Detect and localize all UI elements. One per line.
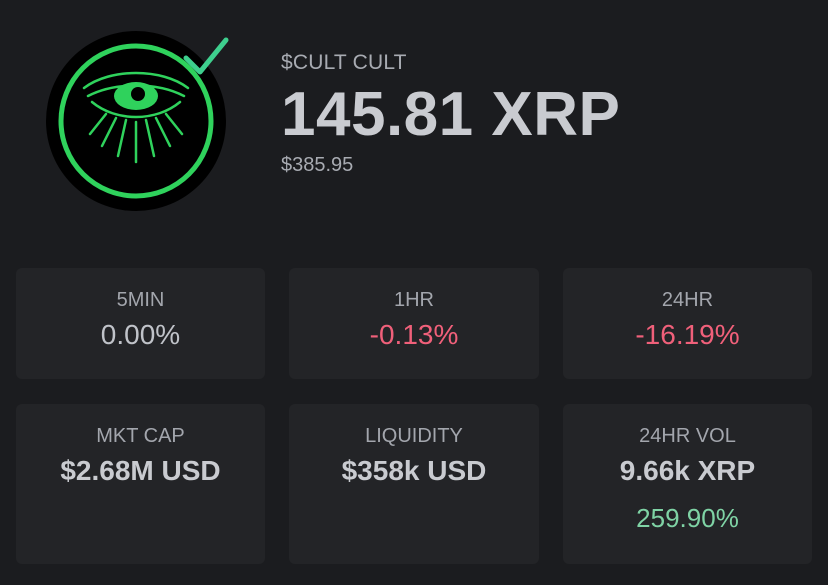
change-1hr-label: 1HR — [393, 289, 434, 311]
mkt-cap-value: $2.68M USD — [60, 455, 221, 486]
change-24hr-card: 24HR -16.19% — [563, 268, 812, 379]
liquidity-card: LIQUIDITY $358k USD — [289, 404, 539, 564]
volume-24hr-label: 24HR VOL — [639, 425, 736, 447]
token-price-usd: $385.95 — [281, 154, 354, 176]
token-page: $CULT CULT 145.81 XRP $385.95 5MIN 0.00%… — [0, 0, 828, 585]
token-logo — [46, 31, 229, 211]
token-header: $CULT CULT 145.81 XRP $385.95 — [281, 50, 620, 178]
volume-24hr-change: 259.90% — [636, 503, 739, 533]
change-24hr-label: 24HR — [661, 289, 714, 311]
volume-24hr-value: 9.66k XRP — [619, 455, 756, 486]
token-name: $CULT CULT — [281, 51, 407, 74]
token-price-xrp: 145.81 XRP — [281, 80, 621, 149]
liquidity-label: LIQUIDITY — [365, 425, 463, 447]
mkt-cap-card: MKT CAP $2.68M USD — [16, 404, 265, 564]
change-5min-label: 5MIN — [116, 289, 165, 311]
volume-24hr-card: 24HR VOL 9.66k XRP 259.90% — [563, 404, 812, 564]
change-1hr-card: 1HR -0.13% — [289, 268, 539, 379]
eye-pupil — [131, 87, 145, 101]
change-24hr-value: -16.19% — [635, 319, 740, 350]
change-5min-value: 0.00% — [100, 319, 181, 350]
change-5min-card: 5MIN 0.00% — [16, 268, 265, 379]
change-1hr-value: -0.13% — [369, 319, 459, 350]
liquidity-value: $358k USD — [341, 455, 487, 486]
mkt-cap-label: MKT CAP — [96, 425, 185, 447]
